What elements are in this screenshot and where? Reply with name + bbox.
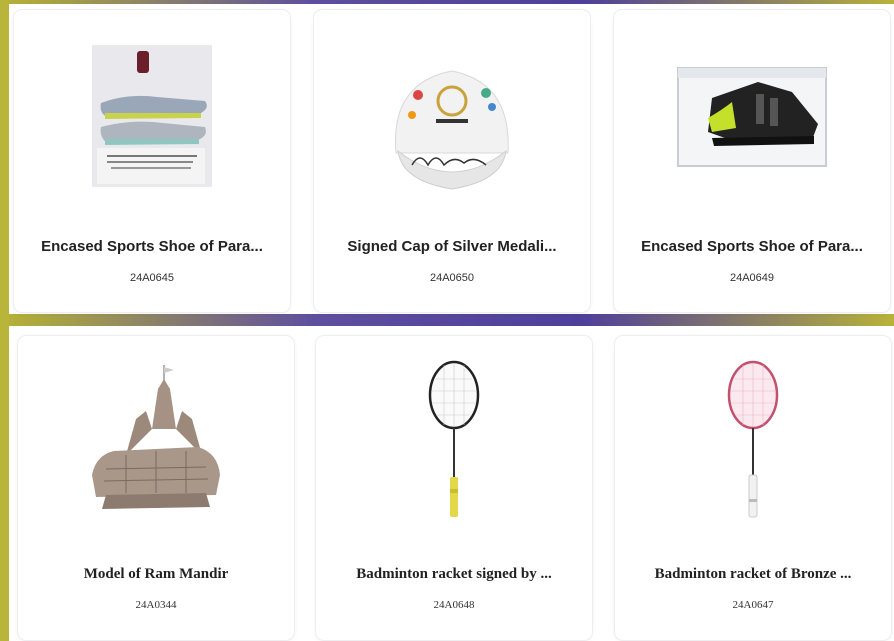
product-title: Encased Sports Shoe of Para...	[41, 238, 263, 255]
signed-cap-icon	[394, 69, 509, 190]
divider-accent-band	[0, 314, 894, 326]
product-title: Badminton racket signed by ...	[356, 566, 552, 582]
product-title: Encased Sports Shoe of Para...	[641, 238, 863, 255]
product-code: 24A0647	[732, 599, 774, 611]
product-card[interactable]: Badminton racket of Bronze ... 24A0647	[615, 336, 891, 640]
left-accent-stripe	[0, 0, 9, 641]
product-image	[316, 336, 592, 551]
product-image	[314, 10, 590, 225]
product-code: 24A0649	[729, 272, 775, 284]
product-title: Signed Cap of Silver Medali...	[347, 238, 557, 255]
product-grid-row-1: Encased Sports Shoe of Para... 24A0645 S…	[9, 4, 894, 314]
product-card[interactable]: Signed Cap of Silver Medali... 24A0650	[314, 10, 590, 312]
badminton-racket-icon	[428, 360, 480, 517]
product-grid-row-2: Model of Ram Mandir 24A0344 Badminton ra…	[9, 326, 894, 641]
product-card[interactable]: Model of Ram Mandir 24A0344	[18, 336, 294, 640]
product-title: Model of Ram Mandir	[83, 566, 229, 582]
product-image	[615, 336, 891, 551]
product-card[interactable]: Encased Sports Shoe of Para... 24A0645	[14, 10, 290, 312]
product-code: 24A0344	[135, 599, 177, 611]
sports-shoes-frame-icon	[92, 44, 212, 187]
product-card[interactable]: Encased Sports Shoe of Para... 24A0649	[614, 10, 890, 312]
product-image	[614, 10, 890, 225]
product-card[interactable]: Badminton racket signed by ... 24A0648	[316, 336, 592, 640]
product-image	[14, 10, 290, 225]
badminton-racket-icon	[727, 360, 779, 517]
product-title: Badminton racket of Bronze ...	[654, 566, 852, 582]
temple-model-icon	[92, 364, 220, 509]
shoe-display-case-icon	[677, 66, 827, 167]
product-image	[18, 336, 294, 551]
product-code: 24A0645	[129, 272, 175, 284]
product-code: 24A0648	[433, 599, 475, 611]
product-code: 24A0650	[429, 272, 475, 284]
